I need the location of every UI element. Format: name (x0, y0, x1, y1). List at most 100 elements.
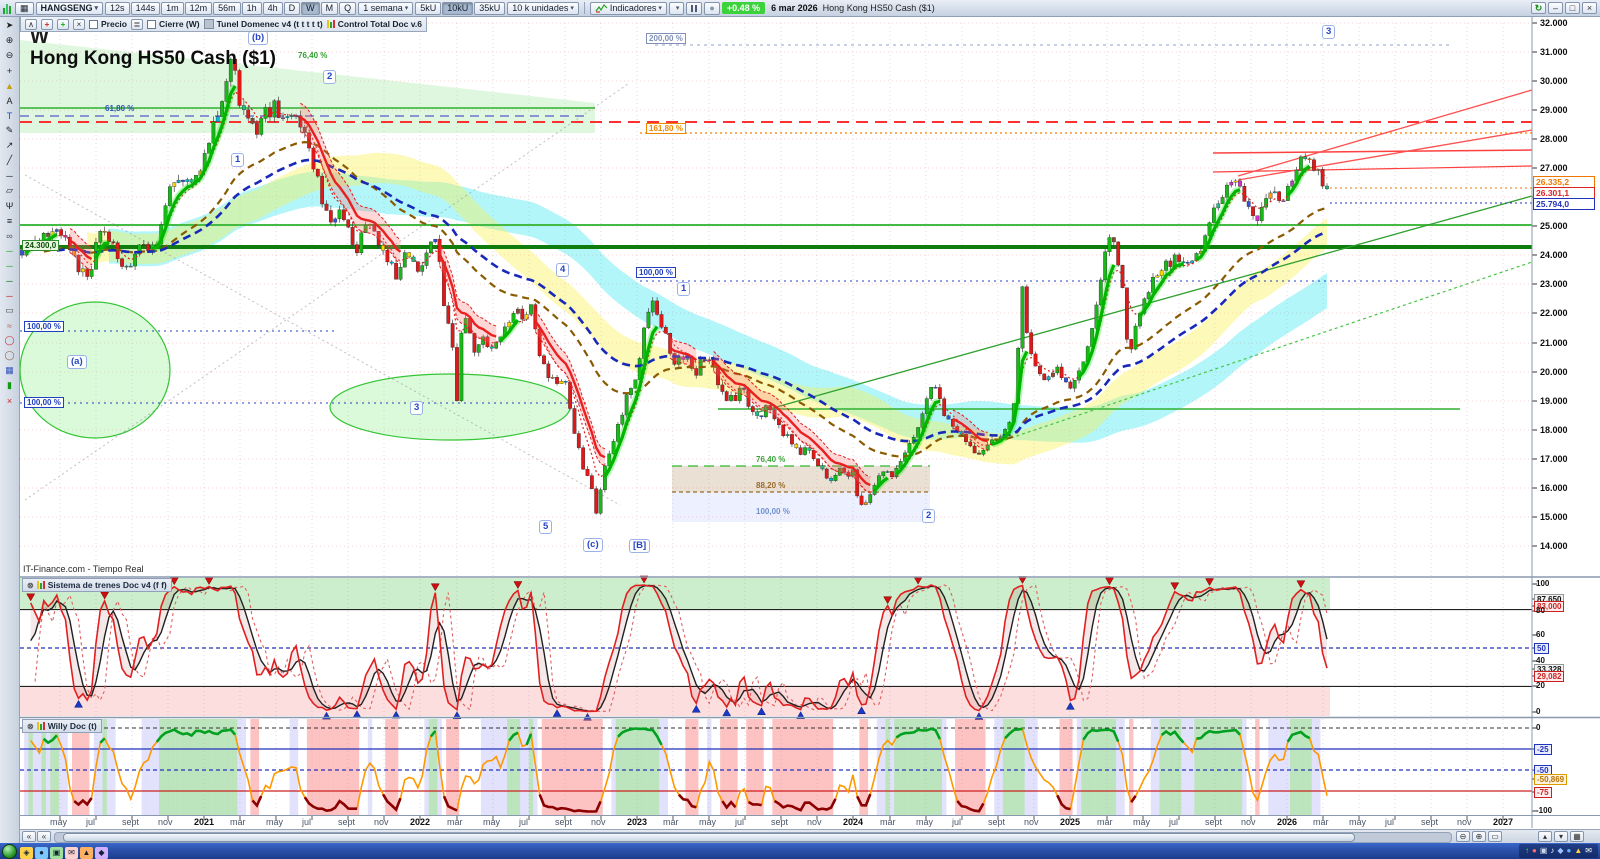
crosshair-tool[interactable]: + (2, 64, 18, 77)
fibonacci-label[interactable]: 161,80 % (646, 123, 686, 134)
pencil-tool[interactable]: ✎ (2, 124, 18, 137)
timeframe-button-M[interactable]: M (320, 1, 339, 15)
close-icon[interactable]: ⊗ (27, 580, 34, 591)
calendar-button[interactable]: ▦ (1570, 831, 1584, 842)
tray-mail-icon[interactable]: ✉ (1585, 845, 1592, 857)
note-tool[interactable]: T (2, 109, 18, 122)
taskbar-app-1[interactable]: ◈ (20, 846, 33, 859)
wave-tool[interactable]: ≈ (2, 319, 18, 332)
pause-button[interactable] (686, 1, 703, 15)
scroll-left-fast-button[interactable]: « (37, 831, 51, 842)
segment-green-3-tool[interactable]: ─ (2, 274, 18, 287)
fibonacci-label[interactable]: 76,40 % (298, 51, 327, 60)
fibonacci-label[interactable]: 100,00 % (636, 267, 676, 278)
fibonacci-label[interactable]: 76,40 % (756, 455, 785, 464)
elliott-wave-label[interactable]: (c) (583, 538, 603, 552)
tray-media-icon[interactable]: ♪ (1550, 845, 1554, 857)
remove-indicator-button[interactable]: + (41, 18, 53, 30)
zoom-in-tool[interactable]: ⊕ (2, 34, 18, 47)
segment-red-tool[interactable]: ─ (2, 289, 18, 302)
elliott-wave-label[interactable]: [B] (629, 539, 651, 553)
zoom-out-tool[interactable]: ⊖ (2, 49, 18, 62)
horizontal-line-tool[interactable]: ─ (2, 169, 18, 182)
axis-scale-up-button[interactable]: ▴ (1538, 831, 1552, 842)
timeframe-button-Q[interactable]: Q (339, 1, 357, 15)
elliott-wave-label[interactable]: (b) (248, 31, 269, 45)
grid-color-tool[interactable]: ▦ (2, 364, 18, 377)
elliott-wave-label[interactable]: 2 (323, 70, 337, 84)
start-button[interactable] (2, 843, 17, 859)
zoom-out-button[interactable]: ⊖ (1456, 831, 1470, 842)
timeframe-button-D[interactable]: D (283, 1, 301, 15)
unit-button-35kU[interactable]: 35kU (474, 1, 506, 15)
taskbar-app-6[interactable]: ◆ (95, 846, 108, 859)
minimize-button[interactable]: – (1548, 2, 1563, 14)
restore-button[interactable]: □ (1565, 2, 1580, 14)
chart-canvas[interactable] (0, 0, 1600, 859)
indicators-extra-dropdown[interactable]: ▾ (668, 1, 685, 15)
tray-network-icon[interactable]: ◆ (1557, 845, 1563, 857)
layout-grid-button[interactable]: ▦ (15, 1, 34, 15)
elliott-wave-label[interactable]: 3 (1322, 25, 1336, 39)
symbol-select[interactable]: HANGSENG ▾ (35, 1, 104, 15)
price-toggle[interactable]: Precio (89, 19, 127, 29)
unit-button-5kU[interactable]: 5kU (415, 1, 442, 15)
elliott-wave-label[interactable]: 1 (677, 282, 691, 296)
fibonacci-label[interactable]: 100,00 % (756, 507, 790, 516)
timeframe-button-12m[interactable]: 12m (184, 1, 213, 15)
text-tool[interactable]: A (2, 94, 18, 107)
elliott-wave-label[interactable]: 3 (410, 401, 424, 415)
level-price-label[interactable]: 24.300,0 (22, 240, 60, 251)
close-all-button[interactable]: × (73, 18, 85, 30)
elliott-wave-label[interactable]: 4 (556, 263, 570, 277)
pitchfork-tool[interactable]: Ψ (2, 199, 18, 212)
taskbar-app-4[interactable]: ✉ (65, 846, 78, 859)
trendline-tool[interactable]: ╱ (2, 154, 18, 167)
tray-app-icon[interactable]: ▣ (1540, 845, 1548, 857)
timeframe-button-1h[interactable]: 1h (241, 1, 262, 15)
close-icon[interactable]: ⊗ (27, 721, 34, 732)
control-indicator-toggle[interactable]: Control Total Doc v.6 (326, 19, 422, 29)
elliott-wave-label[interactable]: 1 (231, 153, 245, 167)
fibonacci-label[interactable]: 100,00 % (24, 397, 64, 408)
scroll-left-button[interactable]: « (22, 831, 36, 842)
tray-alert-icon[interactable]: ● (1532, 845, 1537, 857)
timeframe-button-4h[interactable]: 4h (262, 1, 283, 15)
close-button[interactable]: × (1582, 2, 1597, 14)
timeframe-button-12s[interactable]: 12s (105, 1, 130, 15)
fibonacci-tool[interactable]: ≡ (2, 214, 18, 227)
fit-chart-button[interactable]: ▭ (1488, 831, 1502, 842)
tunnel-indicator-toggle[interactable]: Tunel Domenec v4 (t t t t t) (203, 19, 323, 29)
timeframe-button-1m[interactable]: 1m (161, 1, 184, 15)
taskbar-app-5[interactable]: ▲ (80, 846, 93, 859)
record-button[interactable]: ● (704, 1, 720, 15)
arrow-tool[interactable]: ↗ (2, 139, 18, 152)
horizontal-scrollbar[interactable] (54, 832, 1452, 843)
taskbar-app-2[interactable]: ● (35, 846, 48, 859)
scrollbar-thumb[interactable] (63, 833, 1355, 842)
list-button[interactable]: ≣ (131, 18, 143, 30)
fibonacci-label[interactable]: 88,20 % (756, 481, 785, 490)
elliott-wave-label[interactable]: 2 (922, 509, 936, 523)
ruler-tool[interactable]: ▭ (2, 304, 18, 317)
ellipse-brown-tool[interactable]: ◯ (2, 349, 18, 362)
zoom-in-button[interactable]: ⊕ (1472, 831, 1486, 842)
axis-scale-down-button[interactable]: ▾ (1554, 831, 1568, 842)
timeframe-button-144s[interactable]: 144s (130, 1, 161, 15)
candles-tool[interactable]: ▮ (2, 379, 18, 392)
ellipse-red-tool[interactable]: ◯ (2, 334, 18, 347)
close-line-toggle[interactable]: Cierre (W) (147, 19, 200, 29)
fibonacci-label[interactable]: 100,00 % (24, 321, 64, 332)
refresh-icon[interactable]: ↻ (1531, 2, 1546, 14)
add-indicator-button[interactable]: + (57, 18, 69, 30)
cursor-tool[interactable]: ➤ (2, 19, 18, 32)
elliott-wave-label[interactable]: 5 (539, 520, 553, 534)
delete-tool[interactable]: × (2, 394, 18, 407)
units-select[interactable]: 10 k unidades ▾ (507, 1, 579, 15)
period-select[interactable]: 1 semana ▾ (358, 1, 414, 15)
taskbar-app-3[interactable]: ▣ (50, 846, 63, 859)
link-tool[interactable]: ∞ (2, 229, 18, 242)
fibonacci-label[interactable]: 200,00 % (646, 33, 686, 44)
timeframe-button-56m[interactable]: 56m (213, 1, 241, 15)
tray-status-icon[interactable]: ● (1567, 845, 1572, 857)
